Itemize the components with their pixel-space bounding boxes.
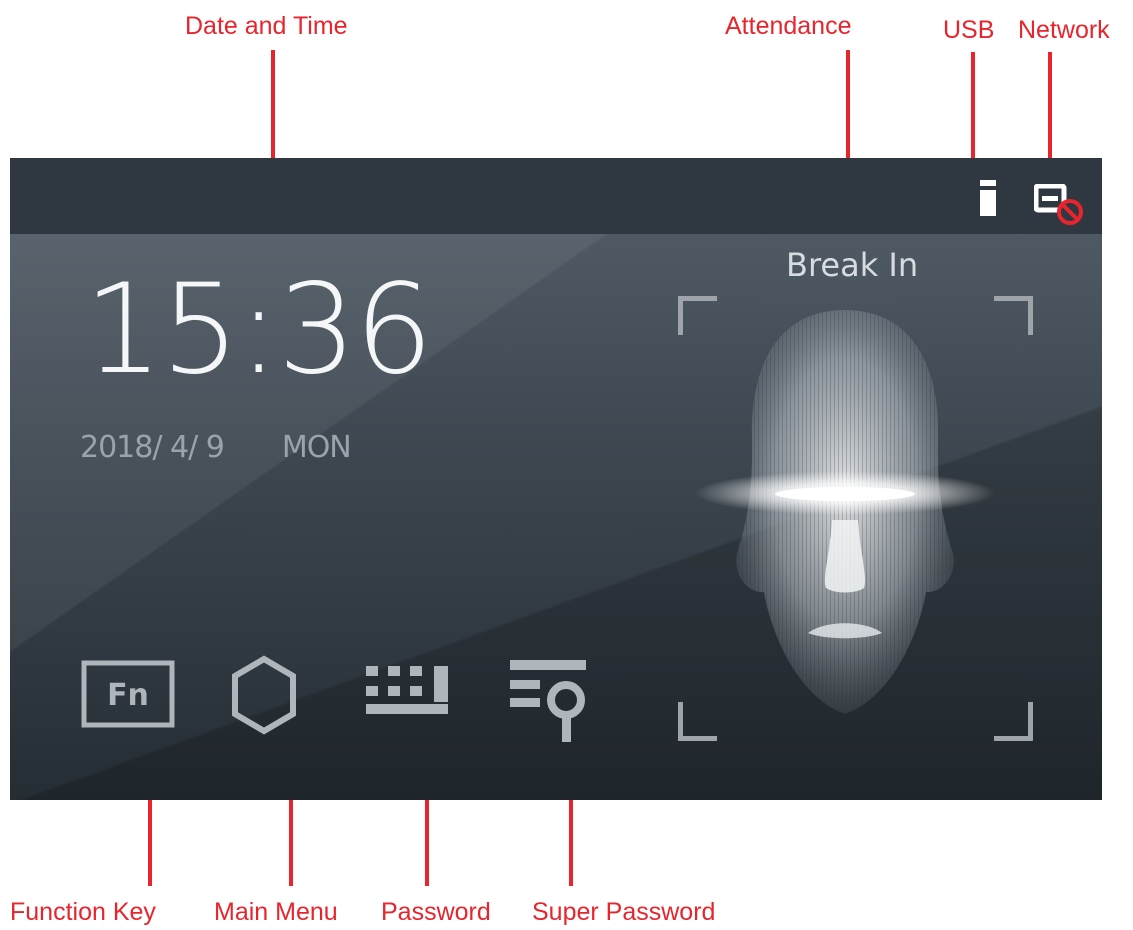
keypad-icon[interactable]: [362, 658, 452, 722]
date-time-callout: Date and Time: [185, 12, 348, 40]
attendance-leader: [846, 50, 850, 158]
date-row: 2018/ 4/ 9 MON: [80, 430, 409, 465]
scan-frame-corner-top-right: [994, 296, 1033, 335]
usb-callout: USB: [943, 16, 995, 44]
scan-frame-corner-bottom-left: [678, 702, 717, 741]
usb-leader: [971, 52, 975, 158]
password-leader: [425, 800, 429, 886]
function-key-callout: Function Key: [10, 898, 156, 926]
weekday-text: MON: [281, 430, 352, 465]
scan-frame-corner-bottom-right: [994, 702, 1033, 741]
status-bar: [10, 158, 1102, 234]
super-password-leader: [569, 800, 573, 886]
date-time-leader: [271, 50, 275, 158]
date-text: 2018/ 4/ 9: [80, 430, 225, 465]
main-menu-callout: Main Menu: [214, 898, 338, 926]
main-menu-leader: [289, 800, 293, 886]
super-password-icon[interactable]: [506, 658, 592, 748]
usb-drive-icon: [980, 180, 996, 216]
fn-key-icon[interactable]: Fn: [81, 660, 177, 730]
clock-time: 15:36: [84, 258, 433, 402]
network-callout: Network: [1018, 16, 1110, 44]
hexagon-menu-icon[interactable]: [230, 654, 298, 738]
face-scan-icon: [695, 310, 995, 714]
device-screen: 15:36 2018/ 4/ 9 MON Break In Fn: [10, 158, 1102, 800]
fn-key-label: Fn: [107, 678, 149, 713]
function-key-leader: [148, 800, 152, 886]
network-disconnected-icon: [1034, 184, 1083, 225]
super-password-callout: Super Password: [532, 898, 716, 926]
attendance-callout: Attendance: [725, 12, 852, 40]
password-callout: Password: [381, 898, 491, 926]
scan-frame-corner-top-left: [678, 296, 717, 335]
attendance-status[interactable]: Break In: [786, 246, 918, 284]
